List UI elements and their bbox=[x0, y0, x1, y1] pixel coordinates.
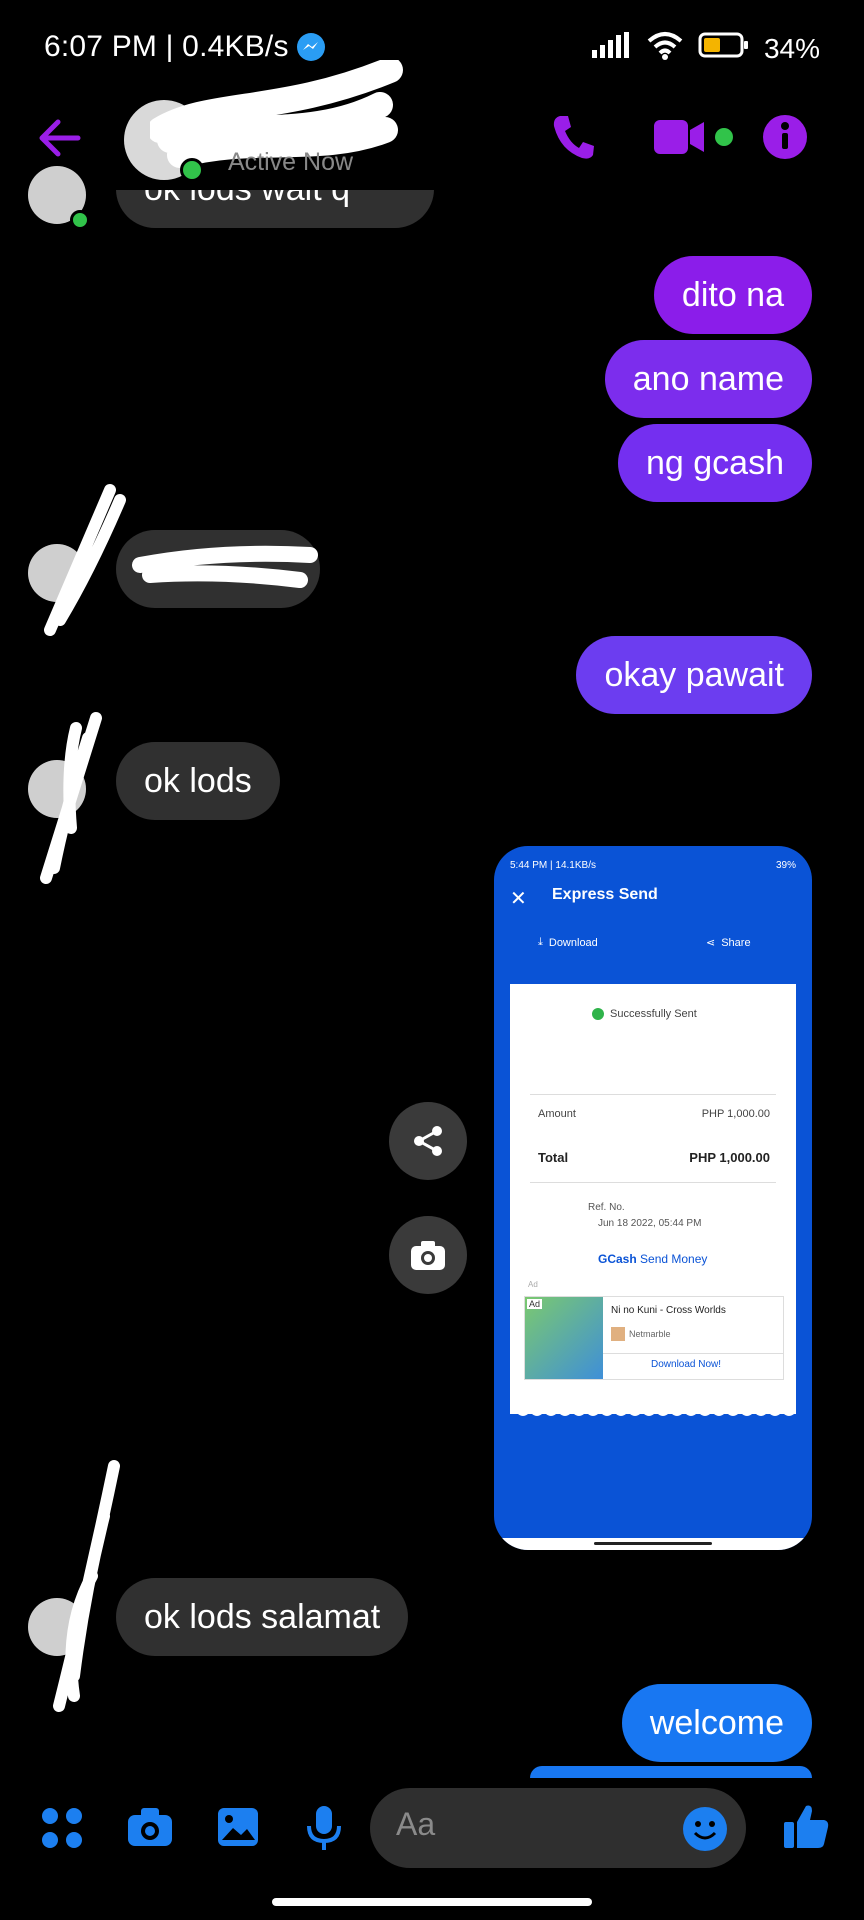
camera-icon bbox=[411, 1241, 445, 1270]
ad-badge: Ad bbox=[527, 1299, 543, 1309]
message-text: okay pawait bbox=[604, 655, 784, 694]
close-icon: ✕ bbox=[510, 888, 527, 910]
active-status-dot bbox=[180, 158, 204, 182]
total-label: Total bbox=[538, 1150, 569, 1165]
ad-card: Ad Ni no Kuni - Cross Worlds Netmarble D… bbox=[524, 1296, 784, 1380]
message-text: ano name bbox=[632, 359, 784, 398]
ad-publisher-row: Netmarble bbox=[611, 1327, 671, 1341]
smiley-icon bbox=[683, 1807, 727, 1851]
phone-icon bbox=[553, 116, 594, 159]
send-money-label: Send Money bbox=[640, 1252, 708, 1266]
video-call-button[interactable] bbox=[652, 118, 736, 163]
receipt-zigzag-edge bbox=[510, 1406, 796, 1416]
status-bar-right: 34% bbox=[591, 30, 820, 67]
message-outgoing[interactable]: ano name bbox=[604, 340, 812, 418]
back-button[interactable] bbox=[36, 118, 82, 163]
attachment-status-battery: 39% bbox=[775, 860, 796, 871]
total-value: PHP 1,000.00 bbox=[689, 1150, 770, 1165]
active-status-text: Active Now bbox=[228, 148, 354, 176]
camera-button[interactable] bbox=[126, 1806, 174, 1853]
microphone-icon bbox=[307, 1806, 341, 1850]
image-attachment[interactable]: 5:44 PM | 14.1KB/s 39% ✕ Express Send ⤓ D… bbox=[494, 846, 812, 1550]
attachment-download: ⤓ Download bbox=[538, 936, 598, 949]
info-icon bbox=[763, 115, 807, 159]
battery-percent: 34% bbox=[763, 32, 820, 64]
grid-menu-icon bbox=[42, 1808, 82, 1848]
header-divider bbox=[0, 184, 864, 190]
voice-button[interactable] bbox=[304, 1804, 344, 1857]
download-icon: ⤓ bbox=[538, 936, 543, 948]
attachment-share: ⋖ Share bbox=[706, 936, 751, 950]
transaction-datetime: Jun 18 2022, 05:44 PM bbox=[598, 1218, 702, 1229]
emoji-button[interactable] bbox=[682, 1806, 728, 1857]
ad-game-image bbox=[525, 1297, 603, 1379]
gcash-brand: GCash bbox=[598, 1252, 637, 1266]
attachment-home-indicator bbox=[594, 1542, 712, 1545]
redaction-scribble bbox=[20, 480, 350, 645]
battery-icon bbox=[698, 31, 750, 66]
message-incoming[interactable]: ok lods bbox=[116, 742, 280, 820]
call-button[interactable] bbox=[550, 112, 596, 167]
video-camera-icon bbox=[654, 120, 733, 154]
image-icon bbox=[218, 1808, 258, 1846]
message-text: ok lods salamat bbox=[144, 1597, 381, 1636]
attachment-status-time: 5:44 PM | 14.1KB/s bbox=[510, 860, 596, 871]
redaction-scribble bbox=[34, 1456, 134, 1721]
like-button[interactable] bbox=[782, 1802, 830, 1855]
receipt-card: Successfully Sent Amount PHP 1,000.00 To… bbox=[510, 984, 796, 1414]
amount-label: Amount bbox=[538, 1108, 576, 1120]
share-icon: ⋖ bbox=[706, 937, 716, 949]
thumbs-up-icon bbox=[784, 1805, 829, 1848]
more-actions-button[interactable] bbox=[40, 1806, 84, 1855]
message-outgoing[interactable]: welcome bbox=[621, 1684, 812, 1762]
ad-small-label: Ad bbox=[528, 1280, 538, 1289]
message-text: ok lods bbox=[144, 761, 252, 800]
message-outgoing[interactable]: ng gcash bbox=[618, 424, 812, 502]
info-button[interactable] bbox=[762, 114, 808, 165]
wifi-icon bbox=[646, 30, 684, 67]
home-indicator bbox=[272, 1898, 592, 1906]
success-row: Successfully Sent bbox=[592, 1008, 697, 1020]
check-icon bbox=[592, 1008, 604, 1020]
ref-label: Ref. No. bbox=[588, 1202, 625, 1213]
message-outgoing[interactable]: dito na bbox=[653, 256, 812, 334]
message-text: welcome bbox=[649, 1703, 784, 1742]
back-arrow-icon bbox=[39, 119, 81, 157]
amount-value: PHP 1,000.00 bbox=[701, 1108, 770, 1120]
share-icon bbox=[414, 1126, 442, 1156]
message-incoming[interactable]: ok lods salamat bbox=[116, 1578, 409, 1656]
message-outgoing[interactable]: okay pawait bbox=[576, 636, 812, 714]
ad-title: Ni no Kuni - Cross Worlds bbox=[611, 1305, 726, 1316]
gcash-brand-row: GCash Send Money bbox=[598, 1252, 707, 1266]
redaction-scribble bbox=[26, 708, 126, 893]
messenger-icon bbox=[296, 33, 325, 61]
ad-cta: Download Now! bbox=[651, 1359, 722, 1370]
divider bbox=[530, 1094, 776, 1095]
message-text: ng gcash bbox=[646, 443, 784, 482]
share-button[interactable] bbox=[389, 1102, 467, 1180]
camera-icon bbox=[128, 1808, 172, 1846]
publisher-logo-icon bbox=[611, 1327, 625, 1341]
message-outgoing-partial bbox=[530, 1766, 812, 1778]
online-dot bbox=[70, 210, 90, 230]
camera-save-button[interactable] bbox=[389, 1216, 467, 1294]
message-input-placeholder: Aa bbox=[396, 1806, 436, 1842]
attachment-title: Express Send bbox=[552, 886, 658, 903]
status-time-speed: 6:07 PM | 0.4KB/s bbox=[44, 30, 289, 63]
signal-icon bbox=[591, 32, 632, 65]
divider bbox=[530, 1182, 776, 1183]
status-bar-left: 6:07 PM | 0.4KB/s bbox=[44, 30, 325, 64]
gallery-button[interactable] bbox=[216, 1806, 260, 1853]
divider bbox=[603, 1353, 783, 1354]
message-text: dito na bbox=[681, 275, 784, 314]
